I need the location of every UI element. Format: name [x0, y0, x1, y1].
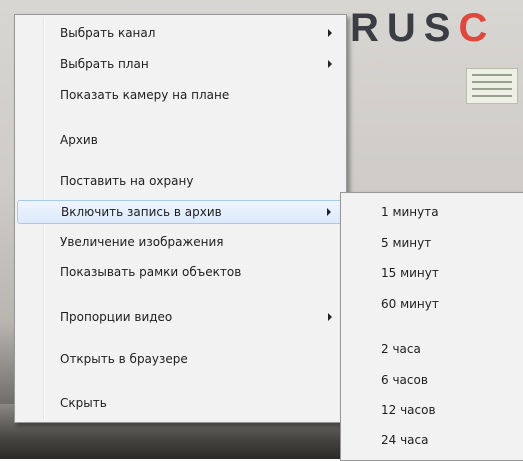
menu-item-label: Показывать рамки объектов — [60, 265, 242, 279]
menu-item-show-object-frames[interactable]: Показывать рамки объектов — [17, 260, 344, 284]
menu-item-select-channel[interactable]: Выбрать канал — [17, 21, 344, 45]
menu-item-label: Выбрать канал — [60, 26, 156, 40]
submenu-arrow-icon — [328, 60, 332, 68]
menu-item-enable-archive-recording[interactable]: Включить запись в архив — [17, 200, 344, 224]
menu-item-label: Выбрать план — [60, 57, 149, 71]
submenu-item-15-minutes[interactable]: 15 минут — [343, 261, 521, 285]
menu-item-label: Пропорции видео — [60, 310, 173, 324]
submenu-item-label: 6 часов — [381, 373, 428, 387]
menu-item-label: Открыть в браузере — [60, 352, 188, 366]
menu-item-video-aspect[interactable]: Пропорции видео — [17, 305, 344, 329]
submenu-arrow-icon — [328, 29, 332, 37]
menu-item-hide[interactable]: Скрыть — [17, 391, 344, 415]
submenu-item-6-hours[interactable]: 6 часов — [343, 368, 521, 392]
record-duration-submenu: 1 минута 5 минут 15 минут 60 минут 2 час… — [340, 192, 523, 461]
menu-item-label: Архив — [60, 133, 98, 147]
submenu-item-label: 60 минут — [381, 297, 439, 311]
menu-item-open-in-browser[interactable]: Открыть в браузере — [17, 347, 344, 371]
wall-logo-text: RUSC — [350, 6, 495, 51]
submenu-item-1-minute[interactable]: 1 минута — [343, 200, 521, 224]
context-menu: Выбрать канал Выбрать план Показать каме… — [14, 14, 347, 423]
submenu-item-label: 12 часов — [381, 403, 436, 417]
menu-item-select-plan[interactable]: Выбрать план — [17, 52, 344, 76]
menu-item-label: Показать камеру на плане — [60, 88, 230, 102]
menu-item-show-camera-on-plan[interactable]: Показать камеру на плане — [17, 83, 344, 107]
submenu-item-12-hours[interactable]: 12 часов — [343, 398, 521, 422]
menu-item-zoom-image[interactable]: Увеличение изображения — [17, 230, 344, 254]
menu-item-label: Скрыть — [60, 396, 107, 410]
submenu-item-2-hours[interactable]: 2 часа — [343, 337, 521, 361]
submenu-item-label: 1 минута — [381, 205, 439, 219]
menu-item-arm[interactable]: Поставить на охрану — [17, 169, 344, 193]
submenu-arrow-icon — [327, 208, 331, 216]
submenu-item-label: 15 минут — [381, 266, 439, 280]
submenu-item-5-minutes[interactable]: 5 минут — [343, 231, 521, 255]
wall-logo-red: C — [458, 6, 496, 50]
menu-item-archive[interactable]: Архив — [17, 128, 344, 152]
menu-item-label: Поставить на охрану — [60, 174, 194, 188]
submenu-arrow-icon — [328, 313, 332, 321]
submenu-item-60-minutes[interactable]: 60 минут — [343, 292, 521, 316]
submenu-item-label: 24 часа — [381, 433, 429, 447]
menu-item-label: Увеличение изображения — [60, 235, 224, 249]
submenu-item-24-hours[interactable]: 24 часа — [343, 428, 521, 452]
menu-item-label: Включить запись в архив — [61, 205, 222, 219]
submenu-item-label: 5 минут — [381, 236, 432, 250]
submenu-item-label: 2 часа — [381, 342, 421, 356]
wall-logo-dark: RUS — [350, 6, 459, 50]
wall-notice-sign — [466, 68, 518, 104]
